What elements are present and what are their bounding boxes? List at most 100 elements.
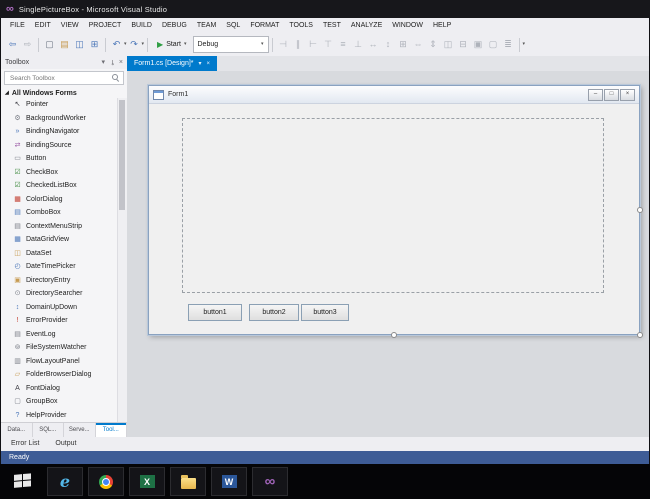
resize-handle-right[interactable] — [637, 207, 643, 213]
toolbox-item-datetimepicker[interactable]: ◴DateTimePicker — [1, 260, 118, 274]
form1-design-surface[interactable]: Form1 – □ × button1 button2 button3 — [148, 85, 640, 335]
toolbox-item-filesystemwatcher[interactable]: ⊚FileSystemWatcher — [1, 341, 118, 355]
tab-data-sources[interactable]: Data... — [1, 423, 33, 437]
toolbox-item-directoryentry[interactable]: ▣DirectoryEntry — [1, 274, 118, 288]
toolbox-item-button[interactable]: ▭Button — [1, 152, 118, 166]
toolbox-item-errorprovider[interactable]: !ErrorProvider — [1, 314, 118, 328]
chevron-down-icon[interactable]: ▾ — [199, 61, 202, 67]
open-file-icon[interactable]: ▤ — [57, 40, 72, 49]
toolbox-search-input[interactable] — [8, 74, 110, 83]
undo-icon[interactable]: ↶ — [109, 40, 124, 49]
menu-window[interactable]: WINDOW — [387, 18, 428, 33]
toolbox-header[interactable]: Toolbox ▾ ⊸ × — [1, 56, 127, 69]
toolbox-item-datagridview[interactable]: ▦DataGridView — [1, 233, 118, 247]
toolbox-item-domainupdown[interactable]: ↕DomainUpDown — [1, 301, 118, 315]
toolbox-item-folderbrowserdialog[interactable]: ▱FolderBrowserDialog — [1, 368, 118, 382]
menu-analyze[interactable]: ANALYZE — [346, 18, 387, 33]
send-to-back-icon[interactable]: ▢ — [486, 40, 501, 49]
minimize-button[interactable]: – — [588, 89, 603, 101]
menu-view[interactable]: VIEW — [56, 18, 84, 33]
toolbox-item-contextmenustrip[interactable]: ▤ContextMenuStrip — [1, 220, 118, 234]
toolbox-item-bindingsource[interactable]: ⇄BindingSource — [1, 139, 118, 153]
redo-dropdown-icon[interactable]: ▾ — [142, 42, 145, 47]
resize-handle-bottom[interactable] — [391, 332, 397, 338]
menu-edit[interactable]: EDIT — [30, 18, 56, 33]
toolbox-item-combobox[interactable]: ▤ComboBox — [1, 206, 118, 220]
menu-format[interactable]: FORMAT — [245, 18, 284, 33]
toolbox-item-pointer[interactable]: ↖Pointer — [1, 98, 118, 112]
scrollbar-thumb[interactable] — [119, 100, 125, 210]
tab-error-list[interactable]: Error List — [3, 437, 47, 451]
center-horizontally-icon[interactable]: ◫ — [441, 40, 456, 49]
start-debugging-button[interactable]: ▶ Start ▾ — [151, 36, 192, 54]
taskbar-file-explorer[interactable] — [170, 467, 206, 496]
close-icon[interactable]: × — [119, 59, 123, 66]
align-bottoms-icon[interactable]: ⊥ — [351, 40, 366, 49]
align-middles-icon[interactable]: ≡ — [336, 40, 351, 49]
window-position-icon[interactable]: ▾ — [102, 59, 106, 66]
menu-test[interactable]: TEST — [318, 18, 346, 33]
solution-configuration-dropdown[interactable]: Debug ▾ — [193, 36, 269, 53]
tab-sql-server[interactable]: SQL... — [33, 423, 65, 437]
picturebox-control[interactable] — [182, 118, 604, 293]
toolbox-item-checkbox[interactable]: ☑CheckBox — [1, 166, 118, 180]
menu-project[interactable]: PROJECT — [84, 18, 127, 33]
new-project-icon[interactable]: ▢ — [42, 40, 57, 49]
toolbox-item-checkedlistbox[interactable]: ☑CheckedListBox — [1, 179, 118, 193]
tab-form1-design[interactable]: Form1.cs [Design]* ▾ × — [127, 56, 217, 71]
toolbox-item-eventlog[interactable]: ▤EventLog — [1, 328, 118, 342]
toolbox-item-flowlayoutpanel[interactable]: ▥FlowLayoutPanel — [1, 355, 118, 369]
menu-file[interactable]: FILE — [5, 18, 30, 33]
align-tops-icon[interactable]: ⊤ — [321, 40, 336, 49]
designer-canvas[interactable]: Form1 – □ × button1 button2 button3 — [127, 71, 649, 437]
horizontal-spacing-icon[interactable]: ⇔ — [411, 40, 426, 49]
tab-server-explorer[interactable]: Serve... — [64, 423, 96, 437]
button3-control[interactable]: button3 — [301, 304, 349, 321]
menu-tools[interactable]: TOOLS — [284, 18, 318, 33]
toolbox-item-dataset[interactable]: ◫DataSet — [1, 247, 118, 261]
bring-to-front-icon[interactable]: ▣ — [471, 40, 486, 49]
make-same-width-icon[interactable]: ↔ — [366, 40, 381, 49]
navigate-backward-icon[interactable]: ⇦ — [5, 40, 20, 49]
taskbar-chrome[interactable] — [88, 467, 124, 496]
close-icon[interactable]: × — [207, 61, 211, 67]
pin-icon[interactable]: ⊸ — [108, 60, 115, 66]
save-all-icon[interactable]: ⊞ — [87, 40, 102, 49]
save-icon[interactable]: ◫ — [72, 40, 87, 49]
toolbox-item-groupbox[interactable]: ▢GroupBox — [1, 395, 118, 409]
menu-debug[interactable]: DEBUG — [157, 18, 192, 33]
make-same-height-icon[interactable]: ↕ — [381, 40, 396, 49]
tab-order-icon[interactable]: ≣ — [501, 40, 516, 49]
navigate-forward-icon[interactable]: ⇨ — [20, 40, 35, 49]
menu-team[interactable]: TEAM — [192, 18, 221, 33]
form-titlebar[interactable]: Form1 – □ × — [149, 86, 639, 104]
toolbar-overflow-icon[interactable]: ▾ — [523, 42, 526, 47]
window-titlebar[interactable]: ∞ SinglePictureBox - Microsoft Visual St… — [0, 0, 650, 18]
taskbar-visual-studio[interactable]: ∞ — [252, 467, 288, 496]
start-button[interactable] — [8, 468, 38, 495]
redo-icon[interactable]: ↷ — [127, 40, 142, 49]
toolbox-item-directorysearcher[interactable]: ⊙DirectorySearcher — [1, 287, 118, 301]
taskbar-excel[interactable]: X — [129, 467, 165, 496]
toolbox-item-colordialog[interactable]: ▦ColorDialog — [1, 193, 118, 207]
vertical-spacing-icon[interactable]: ⇕ — [426, 40, 441, 49]
resize-handle-corner[interactable] — [637, 332, 643, 338]
make-same-size-icon[interactable]: ⊞ — [396, 40, 411, 49]
menu-build[interactable]: BUILD — [126, 18, 157, 33]
toolbox-item-fontdialog[interactable]: AFontDialog — [1, 382, 118, 396]
align-centers-icon[interactable]: ∥ — [291, 40, 306, 49]
toolbox-scrollbar[interactable] — [117, 98, 127, 423]
maximize-button[interactable]: □ — [604, 89, 619, 101]
align-rights-icon[interactable]: ⊢ — [306, 40, 321, 49]
tab-toolbox[interactable]: Tool... — [96, 423, 128, 437]
button1-control[interactable]: button1 — [188, 304, 242, 321]
align-lefts-icon[interactable]: ⊣ — [276, 40, 291, 49]
toolbox-item-backgroundworker[interactable]: ⚙BackgroundWorker — [1, 112, 118, 126]
toolbox-item-bindingnavigator[interactable]: »BindingNavigator — [1, 125, 118, 139]
center-vertically-icon[interactable]: ⊟ — [456, 40, 471, 49]
menu-help[interactable]: HELP — [428, 18, 456, 33]
menu-sql[interactable]: SQL — [221, 18, 245, 33]
toolbox-item-helpprovider[interactable]: ?HelpProvider — [1, 409, 118, 423]
button2-control[interactable]: button2 — [249, 304, 299, 321]
tab-output[interactable]: Output — [47, 437, 84, 451]
